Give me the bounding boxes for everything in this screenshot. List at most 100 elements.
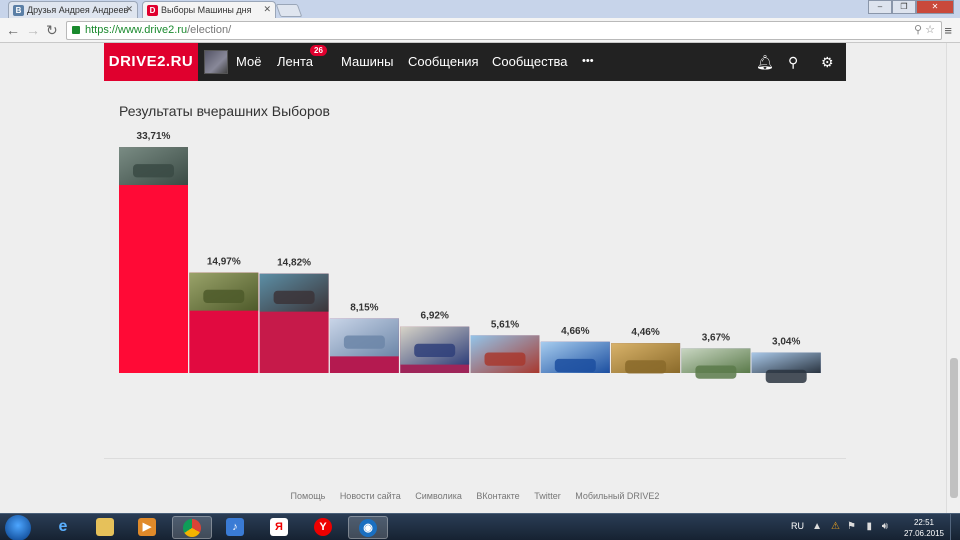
minimize-icon[interactable]: – — [868, 0, 892, 14]
chrome-menu-icon[interactable]: ≡ — [944, 23, 952, 38]
speaker-app-icon: ♪ — [226, 518, 244, 536]
page-scrollbar[interactable] — [946, 43, 960, 513]
window-controls: – ❐ ✕ — [868, 0, 954, 14]
nav-more-icon[interactable]: ••• — [582, 55, 594, 67]
results-chart: 33,71% 14,97% 14,82% 8,15% 6,92% 5,61% 4,66% 4,… — [119, 131, 821, 384]
media-player-icon: ▶ — [138, 518, 156, 536]
warning-icon[interactable]: ⚠ — [831, 521, 840, 532]
close-window-icon[interactable]: ✕ — [916, 0, 954, 14]
election-results: Результаты вчерашних Выборов 33,71% 14,97… — [104, 81, 846, 459]
footer-link-twitter[interactable]: Twitter — [534, 491, 561, 501]
percent-label: 6,92% — [421, 311, 449, 322]
bookmark-star-icon[interactable]: ⚲ ☆ — [914, 22, 935, 39]
taskbar-app[interactable]: ◉ — [348, 516, 388, 539]
candidate-9[interactable]: 3,67% — [681, 332, 751, 379]
yandex-browser-icon: Y — [314, 518, 332, 536]
start-button[interactable] — [5, 515, 31, 540]
candidate-2[interactable]: 14,97% — [189, 257, 259, 373]
tray-expand-icon[interactable]: ▲ — [812, 521, 822, 532]
taskbar-yandex[interactable]: Я — [260, 516, 300, 539]
footer-link-help[interactable]: Помощь — [291, 491, 326, 501]
percent-label: 14,82% — [277, 258, 311, 269]
vk-favicon-icon: B — [13, 5, 24, 16]
percent-label: 8,15% — [350, 302, 378, 313]
tab-vk-friends[interactable]: B Друзья Андрея Андреев ✕ — [8, 1, 138, 18]
site-header: DRIVE2.RU Моё Лента 26 Машины Сообщения … — [104, 43, 846, 81]
search-icon[interactable]: ⚲ — [788, 54, 798, 71]
car-silhouette — [343, 335, 385, 349]
page-viewport: DRIVE2.RU Моё Лента 26 Машины Сообщения … — [0, 43, 946, 513]
volume-icon[interactable]: 🔊︎ — [882, 521, 888, 532]
percent-label: 33,71% — [137, 131, 171, 142]
percent-label: 3,67% — [702, 332, 730, 343]
scrollbar-thumb[interactable] — [950, 358, 958, 498]
network-icon[interactable]: ▮ — [866, 521, 872, 532]
language-indicator[interactable]: RU — [791, 521, 804, 531]
tab-label: Выборы Машины дня — [161, 5, 252, 15]
footer-link-vk[interactable]: ВКонтакте — [476, 491, 519, 501]
forward-arrow-icon[interactable]: → — [26, 22, 40, 38]
nav-messages[interactable]: Сообщения — [408, 54, 479, 69]
candidate-8[interactable]: 4,46% — [611, 327, 681, 374]
nav-cars[interactable]: Машины — [341, 54, 393, 69]
drive2-favicon-icon: D — [147, 5, 158, 16]
reload-icon[interactable]: ↻ — [46, 22, 58, 38]
car-silhouette — [695, 365, 737, 379]
car-silhouette — [203, 289, 245, 304]
car-silhouette — [273, 290, 315, 305]
close-tab-icon[interactable]: ✕ — [125, 4, 133, 15]
lock-icon — [72, 26, 80, 34]
candidate-5[interactable]: 6,92% — [400, 311, 470, 373]
footer-link-symbols[interactable]: Символика — [415, 491, 462, 501]
bell-icon[interactable]: 🔔︎ — [756, 54, 774, 71]
footer-link-news[interactable]: Новости сайта — [340, 491, 401, 501]
close-tab-icon[interactable]: ✕ — [263, 4, 271, 15]
candidate-1[interactable]: 33,71% — [119, 131, 188, 373]
car-silhouette — [625, 360, 667, 374]
clock-time: 22:51 — [913, 518, 934, 527]
tab-label: Друзья Андрея Андреев — [27, 5, 129, 15]
candidate-4[interactable]: 8,15% — [329, 302, 399, 373]
flag-icon[interactable]: ⚑ — [847, 521, 856, 532]
ie-icon: e — [58, 518, 68, 535]
taskbar-ie[interactable]: e — [44, 516, 84, 539]
site-logo[interactable]: DRIVE2.RU — [104, 43, 198, 81]
taskbar-media[interactable]: ▶ — [128, 516, 168, 539]
car-silhouette — [133, 164, 174, 178]
candidate-3[interactable]: 14,82% — [259, 258, 329, 373]
nav-moe[interactable]: Моё — [236, 54, 261, 69]
address-bar[interactable]: https://www.drive2.ru/election/ ⚲ ☆ — [66, 21, 942, 40]
clock[interactable]: 22:51 27.06.2015 — [904, 517, 944, 539]
tab-election[interactable]: D Выборы Машины дня ✕ — [142, 1, 276, 18]
show-desktop-button[interactable] — [950, 514, 960, 540]
system-tray: RU ▲ ⚠ ⚑ ▮ 🔊︎ 22:51 27.06.2015 — [770, 514, 960, 540]
percent-label: 14,97% — [207, 257, 241, 268]
taskbar-yandex-browser[interactable]: Y — [304, 516, 344, 539]
nav-lenta[interactable]: Лента — [277, 54, 313, 69]
taskbar-chrome[interactable] — [172, 516, 212, 539]
gear-icon[interactable]: ⚙ — [821, 54, 834, 71]
app-icon: ◉ — [359, 519, 377, 537]
nav-communities[interactable]: Сообщества — [492, 54, 568, 69]
browser-toolbar: ← → ↻ https://www.drive2.ru/election/ ⚲ … — [0, 18, 960, 43]
lenta-count-badge: 26 — [310, 45, 327, 56]
candidate-7[interactable]: 4,66% — [540, 326, 610, 373]
car-silhouette — [414, 343, 456, 358]
percent-label: 4,46% — [631, 327, 659, 338]
taskbar-explorer[interactable] — [86, 516, 126, 539]
new-tab-button[interactable] — [275, 4, 303, 17]
back-arrow-icon[interactable]: ← — [6, 22, 20, 38]
taskbar-speaker[interactable]: ♪ — [216, 516, 256, 539]
car-silhouette — [484, 352, 526, 366]
folder-icon — [96, 518, 114, 536]
candidate-10[interactable]: 3,04% — [751, 337, 821, 384]
url-path: /election/ — [187, 24, 232, 36]
percent-label: 5,61% — [491, 319, 519, 330]
restore-icon[interactable]: ❐ — [892, 0, 916, 14]
candidate-6[interactable]: 5,61% — [470, 319, 540, 373]
car-silhouette — [765, 369, 807, 384]
avatar[interactable] — [204, 50, 228, 74]
yandex-icon: Я — [270, 518, 288, 536]
footer-link-mobile[interactable]: Мобильный DRIVE2 — [575, 491, 659, 501]
windows-taskbar: e ▶ ♪ Я Y ◉ RU ▲ ⚠ ⚑ ▮ 🔊︎ 22:51 27.06.20… — [0, 513, 960, 540]
